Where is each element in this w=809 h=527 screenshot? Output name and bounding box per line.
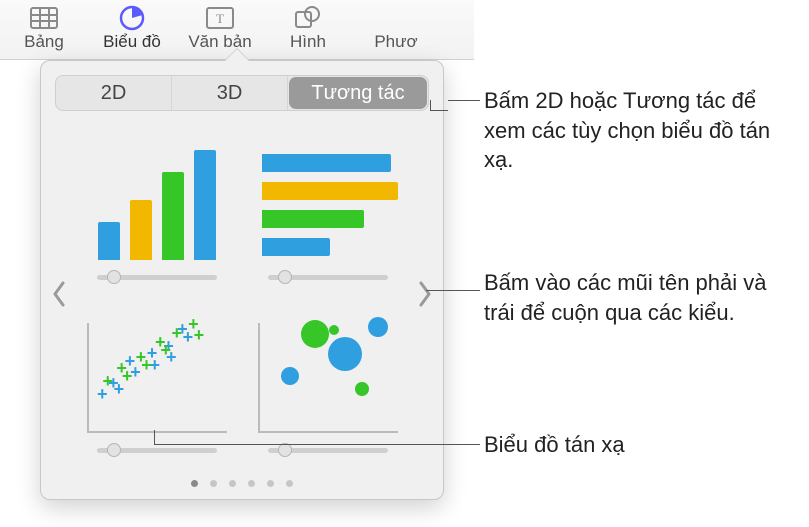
chart-icon bbox=[118, 6, 146, 30]
segment-3d[interactable]: 3D bbox=[172, 76, 288, 110]
toolbar-label: Biểu đồ bbox=[103, 32, 161, 52]
page-dot[interactable] bbox=[248, 480, 255, 487]
style-slider[interactable] bbox=[97, 270, 217, 284]
toolbar-label: Hình bbox=[290, 32, 326, 52]
chart-style-scatter[interactable]: +++++++++++++++++++++ bbox=[81, 304, 232, 457]
bar-chart-thumb bbox=[87, 150, 227, 260]
page-dot[interactable] bbox=[210, 480, 217, 487]
shape-icon bbox=[294, 6, 322, 30]
hbar-chart-thumb bbox=[258, 150, 398, 260]
toolbar-item-text[interactable]: T Văn bản bbox=[176, 6, 264, 52]
toolbar-item-chart[interactable]: Biểu đồ bbox=[88, 6, 176, 52]
next-style-arrow[interactable] bbox=[407, 125, 443, 463]
page-dots[interactable] bbox=[41, 480, 443, 487]
toolbar-item-media[interactable]: Phươ bbox=[352, 6, 440, 52]
chart-style-bubble[interactable] bbox=[252, 304, 403, 457]
chart-style-grid: +++++++++++++++++++++ bbox=[77, 125, 407, 463]
media-icon bbox=[382, 6, 410, 30]
callout-leader bbox=[154, 444, 480, 445]
segment-interactive[interactable]: Tương tác bbox=[289, 77, 427, 109]
chart-style-hbar[interactable] bbox=[252, 131, 403, 284]
callout-leader bbox=[430, 110, 448, 111]
page-dot[interactable] bbox=[191, 480, 198, 487]
page-dot[interactable] bbox=[229, 480, 236, 487]
style-slider[interactable] bbox=[268, 443, 388, 457]
toolbar-item-shape[interactable]: Hình bbox=[264, 6, 352, 52]
callout-leader bbox=[448, 100, 480, 101]
toolbar-item-table[interactable]: Bảng bbox=[0, 6, 88, 52]
svg-text:T: T bbox=[216, 11, 224, 26]
chart-dimension-segment: 2D 3D Tương tác bbox=[55, 75, 429, 111]
callout-leader bbox=[154, 430, 155, 444]
page-dot[interactable] bbox=[267, 480, 274, 487]
style-slider[interactable] bbox=[268, 270, 388, 284]
bubble-chart-thumb bbox=[258, 323, 398, 433]
callout-segment-hint: Bấm 2D hoặc Tương tác để xem các tùy chọ… bbox=[484, 86, 789, 175]
toolbar-label: Phươ bbox=[374, 32, 417, 52]
text-icon: T bbox=[206, 6, 234, 30]
callout-arrows-hint: Bấm vào các mũi tên phải và trái để cuộn… bbox=[484, 268, 789, 327]
segment-2d[interactable]: 2D bbox=[56, 76, 172, 110]
style-slider[interactable] bbox=[97, 443, 217, 457]
scatter-chart-thumb: +++++++++++++++++++++ bbox=[87, 323, 227, 433]
page-dot[interactable] bbox=[286, 480, 293, 487]
prev-style-arrow[interactable] bbox=[41, 125, 77, 463]
callout-leader bbox=[426, 290, 480, 291]
callout-scatter-label: Biểu đồ tán xạ bbox=[484, 430, 789, 460]
chart-style-bar[interactable] bbox=[81, 131, 232, 284]
chart-type-popover: 2D 3D Tương tác bbox=[40, 60, 444, 500]
table-icon bbox=[30, 6, 58, 30]
callout-leader bbox=[430, 100, 431, 110]
toolbar-label: Bảng bbox=[24, 32, 64, 52]
